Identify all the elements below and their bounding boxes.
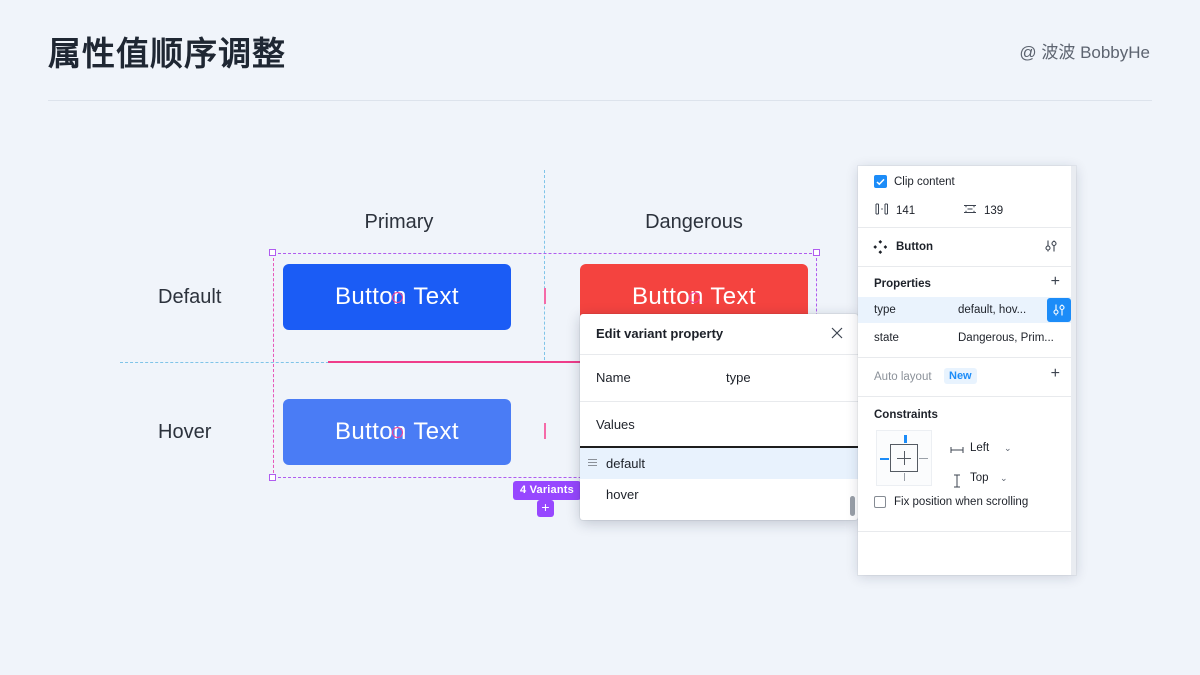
variant-value-label: hover [606, 487, 639, 502]
constraints-title: Constraints [874, 409, 938, 421]
panel-section-properties: Properties + type default, hov... state … [858, 267, 1076, 358]
header-divider [48, 100, 1152, 101]
edit-property-icon[interactable] [1047, 298, 1071, 322]
chevron-down-icon[interactable]: ⌄ [1000, 473, 1008, 484]
property-name: type [874, 304, 896, 316]
property-name: state [874, 332, 899, 344]
clip-content-label: Clip content [894, 176, 955, 188]
component-settings-icon[interactable] [1044, 239, 1058, 256]
panel-scrollbar[interactable] [1071, 166, 1076, 575]
constraint-tick-right[interactable] [919, 458, 928, 459]
row-label-hover: Hover [158, 421, 211, 444]
cursor-marker-dangerous-default [689, 292, 700, 303]
author-attribution: @ 波波 BobbyHe [1019, 38, 1150, 63]
auto-layout-label: Auto layout [874, 371, 932, 383]
page-title: 属性值顺序调整 [48, 27, 286, 75]
cursor-marker-primary-hover [392, 427, 403, 438]
panel-section-component: Button [858, 228, 1076, 267]
clip-content-checkbox[interactable] [874, 175, 887, 188]
column-label-primary: Primary [310, 211, 488, 234]
page-header: 属性值顺序调整 @ 波波 BobbyHe [0, 0, 1200, 101]
component-name-label: Button [896, 241, 933, 253]
chevron-down-icon[interactable]: ⌄ [1004, 443, 1012, 454]
constraints-box-icon [890, 444, 918, 472]
height-value[interactable]: 139 [984, 205, 1003, 217]
selection-handle-bottom-left[interactable] [269, 474, 276, 481]
add-auto-layout-button[interactable]: + [1051, 365, 1060, 383]
variants-count-badge: 4 Variants [513, 481, 581, 500]
dialog-scrollbar-thumb[interactable] [850, 496, 855, 516]
property-row-type[interactable]: type default, hov... [858, 297, 1076, 323]
variant-value-item-hover[interactable]: hover [580, 479, 858, 510]
selection-handle-top-right[interactable] [813, 249, 820, 256]
variant-value-label: default [606, 456, 645, 471]
edit-variant-property-dialog: Edit variant property Name type Values d… [580, 314, 858, 520]
vertical-constraint-icon [953, 474, 961, 491]
dialog-name-row[interactable]: Name type [580, 355, 858, 402]
dialog-name-label: Name [596, 370, 631, 385]
dialog-header: Edit variant property [580, 314, 858, 355]
selection-handle-top-left[interactable] [269, 249, 276, 256]
constraint-tick-bottom[interactable] [904, 473, 905, 481]
cursor-marker-primary-default [392, 292, 403, 303]
constraint-tick-left[interactable] [880, 458, 889, 461]
panel-section-auto-layout: Auto layout New + [858, 358, 1076, 397]
auto-layout-new-badge: New [944, 368, 977, 384]
horizontal-resize-icon [874, 203, 890, 218]
column-label-dangerous: Dangerous [605, 211, 783, 234]
property-value: Dangerous, Prim... [958, 332, 1054, 344]
vertical-constraint-value[interactable]: Top [970, 472, 989, 484]
panel-section-constraints: Constraints Left ⌄ Top ⌄ Fix position wh… [858, 397, 1076, 532]
panel-section-clip-and-size: Clip content 141 139 [858, 166, 1076, 228]
properties-panel: Clip content 141 139 [858, 166, 1076, 575]
close-icon[interactable] [828, 324, 846, 342]
dialog-values-header: Values [580, 402, 858, 448]
properties-title: Properties [874, 278, 931, 290]
vertical-resize-icon [962, 203, 978, 218]
dialog-title: Edit variant property [596, 326, 723, 341]
variant-value-item-default[interactable]: default [580, 448, 858, 479]
fix-position-label: Fix position when scrolling [894, 496, 1028, 508]
dialog-name-value[interactable]: type [726, 370, 751, 385]
constraint-tick-top[interactable] [904, 435, 907, 443]
add-property-button[interactable]: + [1051, 273, 1060, 291]
horizontal-constraint-icon [950, 445, 964, 457]
property-row-state[interactable]: state Dangerous, Prim... [858, 325, 1076, 351]
constraints-widget[interactable] [876, 430, 932, 486]
horizontal-constraint-value[interactable]: Left [970, 442, 989, 454]
add-variant-button[interactable]: + [537, 500, 554, 517]
property-value: default, hov... [958, 304, 1026, 316]
fix-position-checkbox[interactable] [874, 496, 886, 508]
width-value[interactable]: 141 [896, 205, 915, 217]
row-label-default: Default [158, 286, 221, 309]
component-set-icon [873, 240, 887, 257]
drag-handle-icon[interactable] [588, 459, 597, 467]
dialog-values-label: Values [596, 417, 635, 432]
